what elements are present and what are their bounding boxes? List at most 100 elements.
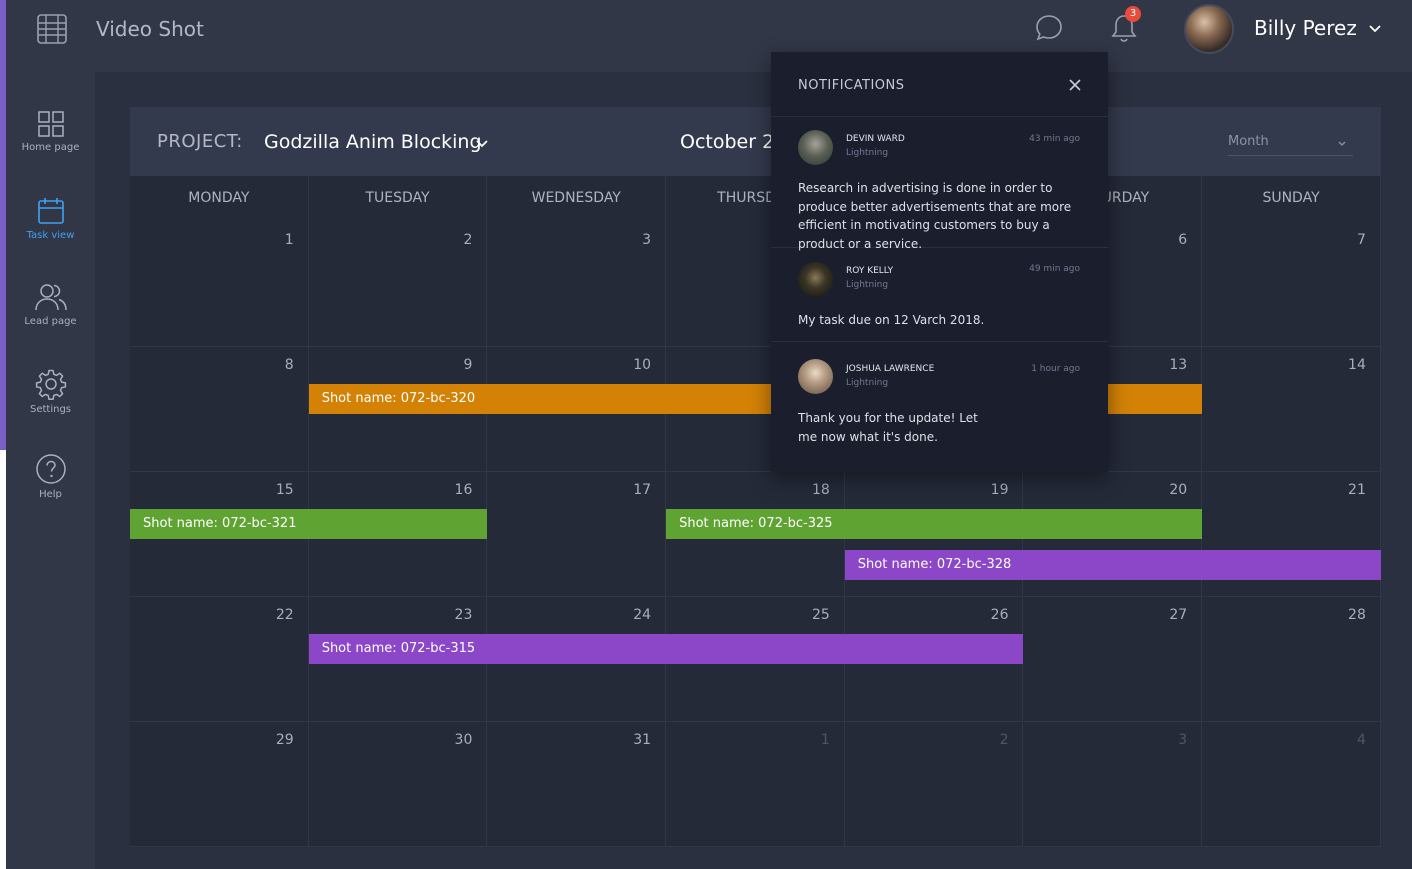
chevron-down-icon[interactable]: [475, 137, 489, 151]
day-number: 8: [284, 357, 294, 373]
event-bar[interactable]: Shot name: 072-bc-315: [308, 634, 1024, 664]
day-number: 15: [275, 482, 294, 498]
day-number: 18: [811, 482, 830, 498]
view-select-value: Month: [1228, 134, 1269, 149]
day-cell[interactable]: 31: [487, 722, 667, 847]
notification-text: My task due on 12 Varch 2018.: [798, 313, 985, 327]
notification-text: Thank you for the update! Let me now wha…: [798, 411, 978, 444]
day-number: 19: [990, 482, 1009, 498]
avatar: [798, 359, 833, 394]
project-label: PROJECT:: [157, 131, 243, 152]
grid-logo-icon[interactable]: [36, 13, 68, 45]
app-title: Video Shot: [96, 17, 204, 41]
users-icon: [34, 284, 67, 311]
day-header: MONDAY: [130, 176, 309, 222]
day-number: 28: [1348, 607, 1366, 623]
avatar[interactable]: [1184, 4, 1234, 54]
calendar-grid: 1234567891011121314151617181920212223242…: [130, 222, 1381, 847]
day-cell[interactable]: 4: [1202, 722, 1381, 847]
day-cell[interactable]: 27: [1023, 597, 1203, 722]
day-header: TUESDAY: [309, 176, 488, 222]
day-number: 10: [633, 357, 652, 373]
day-number: 30: [454, 732, 473, 748]
sidebar-item-home[interactable]: Home page: [6, 110, 95, 153]
day-cell[interactable]: 3: [487, 222, 667, 347]
notification-project: Lightning: [846, 378, 889, 388]
chat-icon[interactable]: [1034, 13, 1064, 43]
day-cell[interactable]: 30: [308, 722, 488, 847]
day-number: 23: [454, 607, 473, 623]
day-cell[interactable]: 28: [1202, 597, 1381, 722]
chevron-down-icon[interactable]: [1368, 22, 1382, 36]
project-select[interactable]: Godzilla Anim Blocking: [264, 131, 482, 153]
day-number: 21: [1348, 482, 1366, 498]
notification-project: Lightning: [846, 280, 889, 290]
help-icon: [35, 454, 66, 484]
day-number: 3: [1178, 732, 1188, 748]
day-number: 2: [999, 732, 1009, 748]
day-number: 24: [633, 607, 652, 623]
notification-item[interactable]: JOSHUA LAWRENCE Lightning 1 hour ago Tha…: [771, 342, 1108, 472]
event-bar[interactable]: Shot name: 072-bc-325: [666, 509, 1203, 539]
day-cell[interactable]: 2: [844, 722, 1024, 847]
calendar-icon: [37, 198, 64, 224]
day-header-row: MONDAYTUESDAYWEDNESDAYTHURSDAYFRIDAYSATU…: [130, 176, 1381, 222]
day-number: 3: [642, 232, 652, 248]
notification-sender: ROY KELLY: [846, 266, 894, 276]
day-cell[interactable]: 14: [1202, 347, 1381, 472]
close-icon[interactable]: [1068, 78, 1082, 92]
avatar: [798, 262, 833, 297]
sidebar: Home page Task view Lead page Settings H…: [6, 72, 95, 869]
sidebar-item-label: Lead page: [24, 316, 77, 327]
day-number: 9: [463, 357, 473, 373]
day-number: 14: [1348, 357, 1366, 373]
day-number: 31: [633, 732, 652, 748]
view-select[interactable]: Month: [1228, 134, 1353, 156]
notification-count-badge: 3: [1125, 6, 1141, 22]
notification-sender: DEVIN WARD: [846, 134, 905, 144]
sidebar-item-settings[interactable]: Settings: [6, 368, 95, 415]
day-number: 1: [820, 732, 830, 748]
user-name[interactable]: Billy Perez: [1254, 16, 1357, 40]
day-number: 17: [633, 482, 652, 498]
notification-text: Research in advertising is done in order…: [798, 181, 1072, 251]
day-header: WEDNESDAY: [487, 176, 667, 222]
avatar: [798, 130, 833, 165]
notification-item[interactable]: ROY KELLY Lightning 49 min ago My task d…: [771, 248, 1108, 342]
sidebar-item-task-view[interactable]: Task view: [6, 196, 95, 241]
day-number: 7: [1356, 232, 1366, 248]
notification-project: Lightning: [846, 148, 889, 158]
gear-icon: [35, 369, 66, 400]
day-cell[interactable]: 29: [130, 722, 309, 847]
sidebar-item-label: Task view: [26, 230, 75, 241]
day-cell[interactable]: 3: [1023, 722, 1203, 847]
day-cell[interactable]: 8: [130, 347, 309, 472]
day-cell[interactable]: 1: [666, 722, 845, 847]
sidebar-item-help[interactable]: Help: [6, 453, 95, 500]
day-number: 16: [454, 482, 473, 498]
chevron-down-icon: [1338, 141, 1346, 146]
calendar-panel: PROJECT: Godzilla Anim Blocking October …: [130, 107, 1381, 847]
day-number: 22: [275, 607, 294, 623]
sidebar-item-label: Help: [39, 489, 62, 500]
day-cell[interactable]: 22: [130, 597, 309, 722]
notification-time: 49 min ago: [1029, 264, 1080, 274]
day-number: 20: [1169, 482, 1188, 498]
day-cell[interactable]: 17: [487, 472, 667, 597]
notifications-title: NOTIFICATIONS: [798, 78, 905, 93]
sidebar-item-label: Home page: [21, 142, 80, 153]
event-bar[interactable]: Shot name: 072-bc-328: [844, 550, 1381, 580]
day-number: 6: [1178, 232, 1188, 248]
day-number: 13: [1169, 357, 1188, 373]
day-number: 26: [990, 607, 1009, 623]
event-bar[interactable]: Shot name: 072-bc-321: [130, 509, 488, 539]
day-header: SUNDAY: [1202, 176, 1381, 222]
day-cell[interactable]: 1: [130, 222, 309, 347]
notification-time: 43 min ago: [1029, 134, 1080, 144]
sidebar-item-lead-page[interactable]: Lead page: [6, 282, 95, 327]
notifications-panel: NOTIFICATIONS DEVIN WARD Lightning 43 mi…: [771, 52, 1108, 472]
day-cell[interactable]: 7: [1202, 222, 1381, 347]
notification-item[interactable]: DEVIN WARD Lightning 43 min ago Research…: [771, 117, 1108, 251]
day-number: 29: [275, 732, 294, 748]
day-cell[interactable]: 2: [308, 222, 488, 347]
